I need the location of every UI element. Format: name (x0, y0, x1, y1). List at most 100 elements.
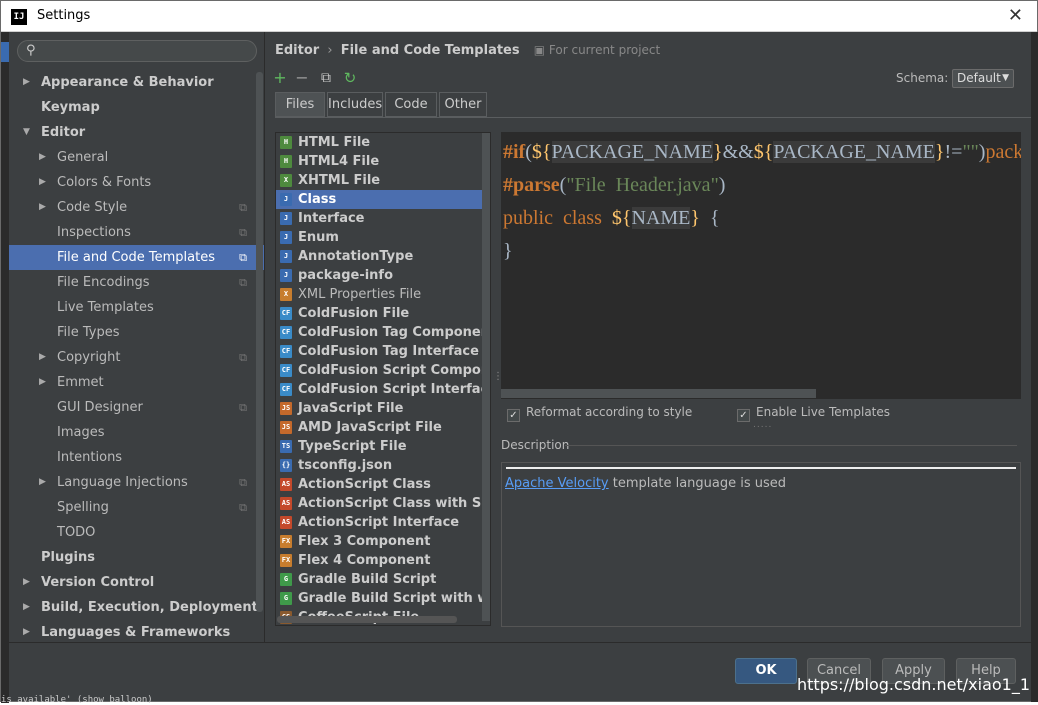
search-input[interactable]: ⚲ (17, 40, 257, 62)
sidebar-item-language-injections[interactable]: ▶ Language Injections ⧉ (9, 470, 264, 495)
sidebar-item-todo[interactable]: TODO (9, 520, 264, 545)
chevron-right-icon[interactable]: ▶ (39, 195, 46, 220)
file-type-icon: CF (280, 307, 292, 320)
reset-icon[interactable]: ↻ (341, 69, 359, 87)
sidebar-item-copyright[interactable]: ▶ Copyright ⧉ (9, 345, 264, 370)
sidebar-item-file-encodings[interactable]: File Encodings ⧉ (9, 270, 264, 295)
remove-icon[interactable]: − (293, 69, 311, 87)
schema-label: Schema: (896, 71, 949, 85)
code-token: #if (503, 141, 526, 163)
chevron-right-icon[interactable]: ▶ (23, 620, 30, 642)
sidebar-item-spelling[interactable]: Spelling ⧉ (9, 495, 264, 520)
sidebar-scrollbar[interactable] (256, 72, 263, 612)
tab-includes[interactable]: Includes (327, 92, 383, 117)
template-list-hscrollbar[interactable] (277, 616, 457, 623)
chevron-right-icon[interactable]: ▶ (39, 370, 46, 395)
list-item[interactable]: TS TypeScript File (276, 437, 490, 456)
template-name: ActionScript Interface (298, 515, 460, 530)
list-item[interactable]: G Gradle Build Script (276, 570, 490, 589)
button-bar-divider (9, 642, 1031, 643)
sidebar-item-code-style[interactable]: ▶ Code Style ⧉ (9, 195, 264, 220)
sidebar-item-colors-fonts[interactable]: ▶ Colors & Fonts (9, 170, 264, 195)
list-item[interactable]: CF ColdFusion Tag Interface (276, 342, 490, 361)
sidebar-item-label: GUI Designer (57, 400, 143, 415)
copy-template-icon[interactable]: ⧉ (317, 69, 335, 87)
chevron-down-icon[interactable]: ▼ (23, 120, 30, 145)
template-name: XHTML File (298, 173, 381, 188)
code-token: && (722, 141, 754, 163)
sidebar-item-gui-designer[interactable]: GUI Designer ⧉ (9, 395, 264, 420)
list-item[interactable]: H HTML4 File (276, 152, 490, 171)
sidebar-item-live-templates[interactable]: Live Templates (9, 295, 264, 320)
list-item[interactable]: AS ActionScript Class with Supers (276, 494, 490, 513)
breadcrumb-parent[interactable]: Editor (275, 43, 319, 58)
sidebar-item-general[interactable]: ▶ General (9, 145, 264, 170)
template-list-scrollbar[interactable] (482, 133, 490, 621)
template-name: Flex 3 Component (298, 534, 431, 549)
scope-text: For current project (548, 43, 661, 57)
chevron-right-icon[interactable]: ▶ (39, 170, 46, 195)
sidebar-item-build-execution-deployment[interactable]: ▶ Build, Execution, Deployment (9, 595, 264, 620)
list-item[interactable]: G Gradle Build Script with wrappe (276, 589, 490, 608)
resize-handle-icon[interactable]: ..... (753, 420, 772, 430)
chevron-right-icon[interactable]: ▶ (39, 145, 46, 170)
tab-other[interactable]: Other (439, 92, 487, 117)
sidebar-item-inspections[interactable]: Inspections ⧉ (9, 220, 264, 245)
list-item[interactable]: FX Flex 3 Component (276, 532, 490, 551)
list-item[interactable]: J Class (276, 190, 490, 209)
tab-code[interactable]: Code (385, 92, 437, 117)
sidebar-item-languages-frameworks[interactable]: ▶ Languages & Frameworks (9, 620, 264, 642)
chevron-right-icon[interactable]: ▶ (23, 570, 30, 595)
sidebar-item-editor[interactable]: ▼ Editor (9, 120, 264, 145)
list-item[interactable]: X XHTML File (276, 171, 490, 190)
list-item[interactable]: Jpackage-info (276, 266, 490, 285)
list-item[interactable]: J Interface (276, 209, 490, 228)
list-item[interactable]: FX Flex 4 Component (276, 551, 490, 570)
sidebar-item-file-types[interactable]: File Types (9, 320, 264, 345)
sidebar-item-file-and-code-templates[interactable]: File and Code Templates ⧉ (9, 245, 264, 270)
list-item[interactable]: CF ColdFusion Script Interface (276, 380, 490, 399)
template-name: TypeScript File (298, 439, 407, 454)
sidebar-item-version-control[interactable]: ▶ Version Control (9, 570, 264, 595)
ok-button[interactable]: OK (735, 658, 797, 684)
list-item[interactable]: X XML Properties File (276, 285, 490, 304)
tab-files[interactable]: Files (275, 92, 325, 117)
sidebar-item-label: Version Control (41, 575, 155, 590)
chevron-right-icon[interactable]: ▶ (39, 345, 46, 370)
list-item[interactable]: JS AMD JavaScript File (276, 418, 490, 437)
breadcrumb: Editor › File and Code Templates ▣ For c… (275, 43, 660, 58)
sidebar-item-appearance-behavior[interactable]: ▶ Appearance & Behavior (9, 70, 264, 95)
template-editor[interactable]: #if(${PACKAGE_NAME}&&${PACKAGE_NAME}!=""… (501, 132, 1021, 399)
chevron-right-icon[interactable]: ▶ (23, 70, 30, 95)
description-divider (565, 445, 1017, 446)
list-item[interactable]: J Enum (276, 228, 490, 247)
schema-select[interactable]: Default ▼ (952, 69, 1014, 88)
list-item[interactable]: JS JavaScript File (276, 399, 490, 418)
reformat-checkbox[interactable]: ✓ Reformat according to style (507, 405, 692, 422)
file-type-icon: JS (280, 421, 292, 434)
chevron-right-icon[interactable]: ▶ (23, 595, 30, 620)
sidebar-item-images[interactable]: Images (9, 420, 264, 445)
close-icon[interactable]: ✕ (1008, 5, 1023, 26)
add-icon[interactable]: + (271, 69, 289, 87)
sidebar-item-keymap[interactable]: Keymap (9, 95, 264, 120)
list-item[interactable]: AS ActionScript Class (276, 475, 490, 494)
template-code: #if(${PACKAGE_NAME}&&${PACKAGE_NAME}!=""… (503, 136, 1021, 268)
sidebar-item-intentions[interactable]: Intentions (9, 445, 264, 470)
list-item[interactable]: CF ColdFusion Tag Component (276, 323, 490, 342)
list-item[interactable]: J AnnotationType (276, 247, 490, 266)
project-copy-icon: ⧉ (239, 401, 247, 414)
list-item[interactable]: CF ColdFusion Script Component (276, 361, 490, 380)
list-item[interactable]: AS ActionScript Interface (276, 513, 490, 532)
list-item[interactable]: CF ColdFusion File (276, 304, 490, 323)
file-type-icon: AS (280, 497, 292, 510)
template-name: Gradle Build Script with wrappe (298, 591, 490, 606)
list-item[interactable]: H HTML File (276, 133, 490, 152)
apache-velocity-link[interactable]: Apache Velocity (505, 476, 609, 491)
editor-hscrollbar[interactable] (501, 389, 816, 398)
sidebar-item-plugins[interactable]: Plugins (9, 545, 264, 570)
list-item[interactable]: {} tsconfig.json (276, 456, 490, 475)
sidebar-item-label: Appearance & Behavior (41, 75, 214, 90)
chevron-right-icon[interactable]: ▶ (39, 470, 46, 495)
sidebar-item-emmet[interactable]: ▶ Emmet (9, 370, 264, 395)
